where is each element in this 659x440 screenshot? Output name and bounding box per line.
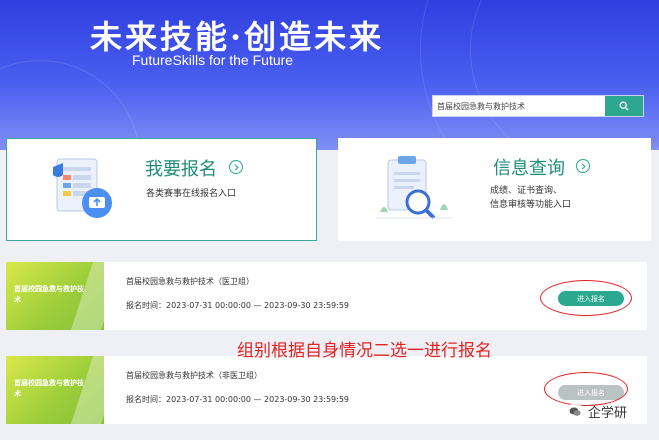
hero-decoration — [470, 0, 659, 150]
signup-subtitle: 各类赛事在线报名入口 — [146, 189, 237, 199]
search-icon — [619, 101, 629, 111]
form-document-icon — [53, 158, 112, 218]
search-bar — [432, 95, 644, 117]
arrow-right-circle-icon[interactable] — [229, 160, 243, 174]
watermark: 企学研 — [566, 402, 627, 421]
query-card[interactable]: 信息查询 成绩、证书查询、 信息审核等功能入口 — [338, 138, 651, 241]
annotation-text: 组别根据自身情况二选一进行报名 — [237, 341, 492, 361]
watermark-text: 企学研 — [588, 406, 628, 421]
annotation-circle — [540, 280, 632, 316]
registration-time: 报名时间：2023-07-31 00:00:00 — 2023-09-30 23… — [126, 301, 350, 310]
signup-card[interactable]: 我要报名 各类赛事在线报名入口 — [6, 138, 317, 241]
hero-decoration — [0, 60, 140, 150]
competition-thumbnail: 首届校园急救与救护技术 — [6, 262, 104, 330]
query-title: 信息查询 — [493, 158, 565, 179]
wechat-icon — [566, 402, 584, 421]
competition-thumbnail: 首届校园急救与救护技术 — [6, 356, 104, 424]
arrow-right-circle-icon[interactable] — [576, 159, 590, 173]
registration-time: 报名时间：2023-07-31 00:00:00 — 2023-09-30 23… — [126, 395, 350, 404]
query-subtitle-line2: 信息审核等功能入口 — [490, 200, 572, 210]
document-search-icon — [376, 156, 452, 220]
thumbnail-text: 首届校园急救与救护技术 — [14, 285, 84, 304]
search-button[interactable] — [605, 96, 643, 116]
hero-banner: 未来技能·创造未来 FutureSkills for the Future — [0, 0, 659, 150]
competition-name: 首届校园急救与救护技术（医卫组） — [126, 277, 254, 286]
competition-name: 首届校园急救与救护技术（非医卫组） — [126, 371, 262, 380]
signup-title: 我要报名 — [145, 159, 217, 180]
annotation-circle — [544, 372, 628, 406]
thumbnail-text: 首届校园急救与救护技术 — [14, 379, 84, 398]
search-input[interactable] — [433, 96, 605, 116]
slogan-english: FutureSkills for the Future — [132, 52, 294, 68]
query-subtitle-line1: 成绩、证书查询、 — [490, 186, 563, 196]
